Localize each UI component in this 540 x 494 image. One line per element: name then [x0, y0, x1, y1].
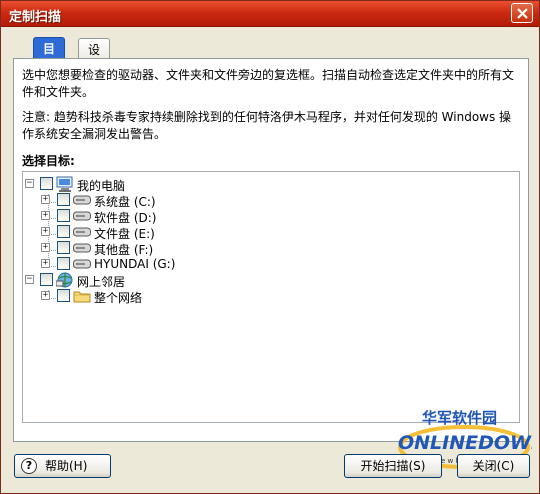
- drive-icon: [73, 195, 91, 205]
- checkbox[interactable]: [57, 209, 70, 222]
- help-icon: ?: [21, 458, 37, 474]
- target-label: 选择目标:: [22, 154, 75, 168]
- tab-settings[interactable]: 设置: [78, 38, 111, 74]
- tree-label: 文件盘 (E:): [94, 227, 155, 241]
- tab-target[interactable]: 目标: [33, 37, 66, 73]
- close-button[interactable]: 关闭(C): [457, 454, 530, 478]
- folder-icon: [73, 291, 91, 303]
- drive-icon: [73, 211, 91, 221]
- expand-toggle[interactable]: +: [41, 195, 50, 204]
- checkbox[interactable]: [57, 289, 70, 302]
- note-text: 注意: 趋势科技杀毒专家持续删除找到的任何特洛伊木马程序，并对任何发现的 Win…: [22, 110, 512, 141]
- help-button[interactable]: ? 帮助(H): [14, 454, 111, 478]
- collapse-toggle[interactable]: −: [25, 179, 34, 188]
- window-close-button[interactable]: [511, 3, 533, 23]
- tree-label: 我的电脑: [77, 179, 126, 193]
- target-tree[interactable]: − 我的电脑 + 系统盘 (C:) + 软件盘 (D:) + 文件盘 (E:) …: [22, 171, 520, 423]
- expand-toggle[interactable]: +: [41, 227, 50, 236]
- computer-icon: [56, 176, 73, 192]
- checkbox[interactable]: [57, 257, 70, 270]
- collapse-toggle[interactable]: −: [25, 275, 34, 284]
- dialog-window: 定制扫描 目标 设置 选中您想要检查的驱动器、文件夹和文件旁边的复选框。扫描自动…: [0, 0, 540, 494]
- drive-icon: [73, 243, 91, 253]
- drive-icon: [73, 259, 91, 269]
- expand-toggle[interactable]: +: [41, 291, 50, 300]
- tree-label: 网上邻居: [77, 275, 126, 289]
- title-bar[interactable]: 定制扫描: [1, 1, 539, 27]
- tree-label: 其他盘 (F:): [94, 243, 154, 257]
- description-text: 选中您想要检查的驱动器、文件夹和文件旁边的复选框。扫描自动检查选定文件夹中的所有…: [22, 68, 515, 99]
- close-icon: [517, 8, 528, 19]
- expand-toggle[interactable]: +: [41, 211, 50, 220]
- tree-label: HYUNDAI (G:): [94, 257, 176, 271]
- checkbox[interactable]: [57, 193, 70, 206]
- window-title: 定制扫描: [9, 10, 62, 25]
- checkbox[interactable]: [40, 177, 53, 190]
- tree-label: 软件盘 (D:): [94, 211, 157, 225]
- checkbox[interactable]: [57, 241, 70, 254]
- help-button-label: 帮助(H): [45, 459, 88, 473]
- start-scan-button[interactable]: 开始扫描(S): [344, 454, 442, 478]
- tab-panel: 选中您想要检查的驱动器、文件夹和文件旁边的复选框。扫描自动检查选定文件夹中的所有…: [13, 58, 532, 469]
- expand-toggle[interactable]: +: [41, 243, 50, 252]
- network-icon: [56, 272, 73, 288]
- tree-label: 系统盘 (C:): [94, 195, 156, 209]
- checkbox[interactable]: [40, 273, 53, 286]
- drive-icon: [73, 227, 91, 237]
- tree-label: 整个网络: [94, 291, 143, 305]
- watermark-cn: 华军软件园: [422, 409, 497, 427]
- checkbox[interactable]: [57, 225, 70, 238]
- watermark-brand: ONLINEDOWN: [398, 432, 532, 454]
- expand-toggle[interactable]: +: [41, 259, 50, 268]
